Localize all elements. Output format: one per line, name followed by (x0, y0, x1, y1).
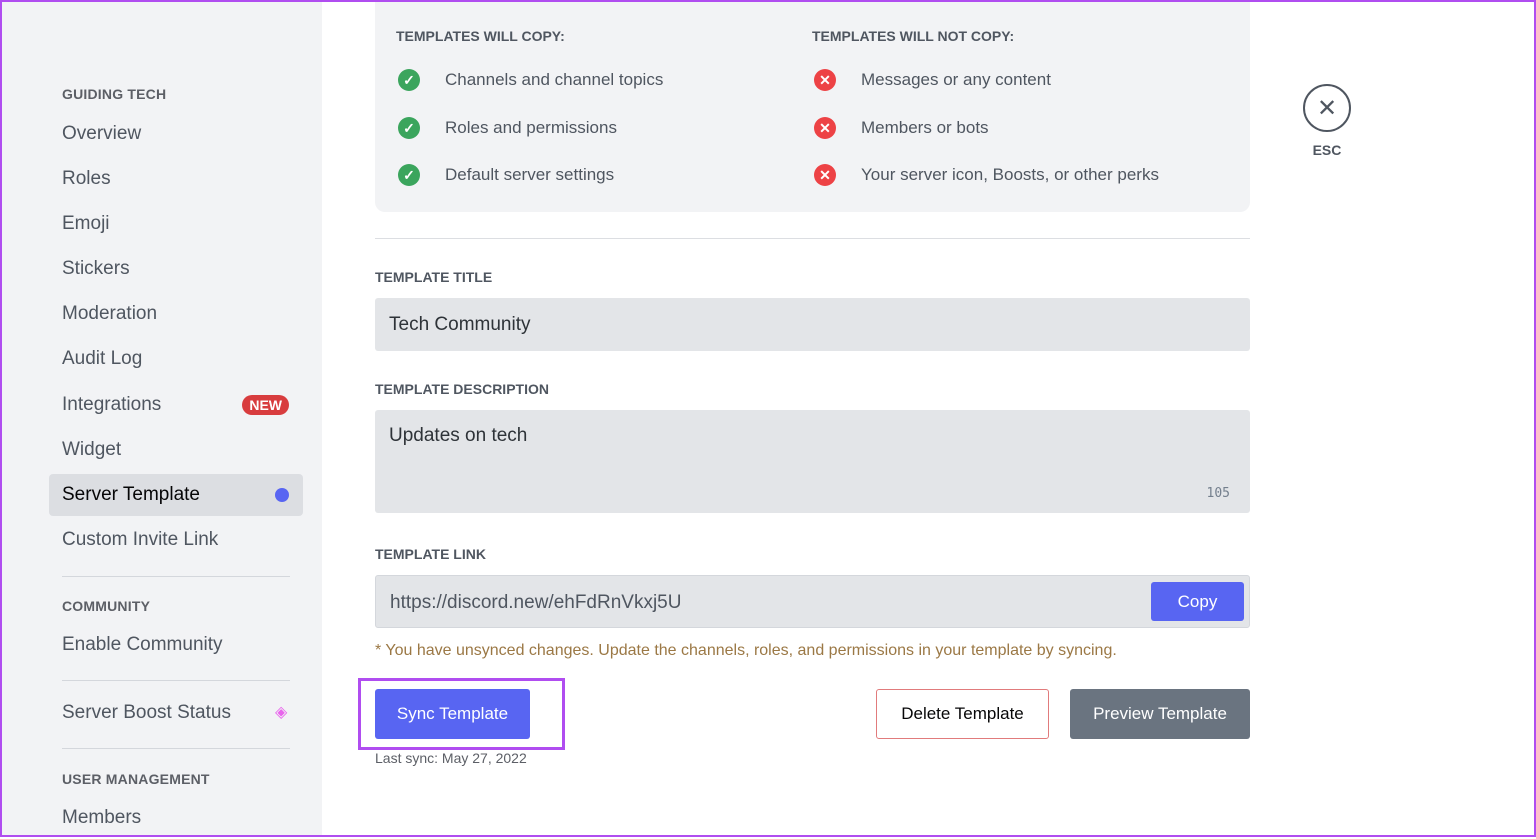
template-link-label: TEMPLATE LINK (375, 546, 486, 562)
list-item: ✕ Your server icon, Boosts, or other perk… (814, 164, 1159, 186)
x-icon: ✕ (814, 117, 836, 139)
sidebar-item-audit-log[interactable]: Audit Log (49, 338, 303, 380)
check-icon: ✓ (398, 164, 420, 186)
close-icon[interactable]: ✕ (1303, 84, 1351, 132)
sidebar-item-label: Server Boost Status (62, 702, 231, 723)
section-header: GUIDING TECH (62, 86, 167, 102)
will-not-copy-title: TEMPLATES WILL NOT COPY: (812, 28, 1015, 44)
sidebar-item-members[interactable]: Members (49, 797, 303, 839)
sidebar-item-roles[interactable]: Roles (49, 158, 303, 200)
sidebar-item-server-boost-status[interactable]: Server Boost Status ◈ (49, 692, 303, 734)
list-item: ✓ Default server settings (398, 164, 614, 186)
copy-button[interactable]: Copy (1151, 582, 1244, 621)
divider (62, 748, 290, 749)
sidebar-item-moderation[interactable]: Moderation (49, 293, 303, 335)
preview-template-button[interactable]: Preview Template (1070, 689, 1250, 739)
sidebar-item-custom-invite-link[interactable]: Custom Invite Link (49, 519, 303, 561)
list-item: ✕ Messages or any content (814, 69, 1051, 91)
template-description-label: TEMPLATE DESCRIPTION (375, 381, 549, 397)
section-header: COMMUNITY (62, 598, 151, 614)
new-badge: NEW (242, 395, 289, 415)
template-title-input[interactable]: Tech Community (375, 298, 1250, 351)
check-icon: ✓ (398, 117, 420, 139)
sidebar-item-stickers[interactable]: Stickers (49, 248, 303, 290)
sidebar-item-enable-community[interactable]: Enable Community (49, 624, 303, 666)
template-link-input[interactable]: https://discord.new/ehFdRnVkxj5U Copy (375, 575, 1250, 628)
unsynced-warning: * You have unsynced changes. Update the … (375, 642, 1117, 659)
divider (375, 238, 1250, 239)
list-item: ✓ Roles and permissions (398, 117, 617, 139)
sidebar-item-integrations[interactable]: Integrations NEW (49, 384, 303, 426)
esc-label: ESC (1312, 142, 1342, 158)
template-title-label: TEMPLATE TITLE (375, 269, 493, 285)
sidebar-item-server-template[interactable]: Server Template (49, 474, 303, 516)
sidebar-item-label: Integrations (62, 394, 162, 415)
list-item: ✓ Channels and channel topics (398, 69, 663, 91)
divider (62, 576, 290, 577)
sync-template-button[interactable]: Sync Template (375, 689, 530, 739)
template-info-box: TEMPLATES WILL COPY: ✓ Channels and chann… (375, 0, 1250, 212)
unsynced-dot-icon (275, 488, 289, 502)
settings-sidebar: GUIDING TECH Overview Roles Emoji Sticke… (0, 0, 322, 837)
will-copy-title: TEMPLATES WILL COPY: (396, 28, 565, 44)
boost-gem-icon: ◈ (275, 704, 288, 721)
x-icon: ✕ (814, 69, 836, 91)
x-icon: ✕ (814, 164, 836, 186)
last-sync-text: Last sync: May 27, 2022 (375, 750, 527, 766)
section-header: USER MANAGEMENT (62, 771, 210, 787)
divider (62, 680, 290, 681)
check-icon: ✓ (398, 69, 420, 91)
character-count: 105 (1206, 486, 1230, 501)
sidebar-item-overview[interactable]: Overview (49, 113, 303, 155)
delete-template-button[interactable]: Delete Template (876, 689, 1049, 739)
sidebar-item-widget[interactable]: Widget (49, 429, 303, 471)
sidebar-item-label: Server Template (62, 484, 200, 505)
sidebar-item-emoji[interactable]: Emoji (49, 203, 303, 245)
template-description-input[interactable]: Updates on tech 105 (375, 410, 1250, 513)
list-item: ✕ Members or bots (814, 117, 989, 139)
